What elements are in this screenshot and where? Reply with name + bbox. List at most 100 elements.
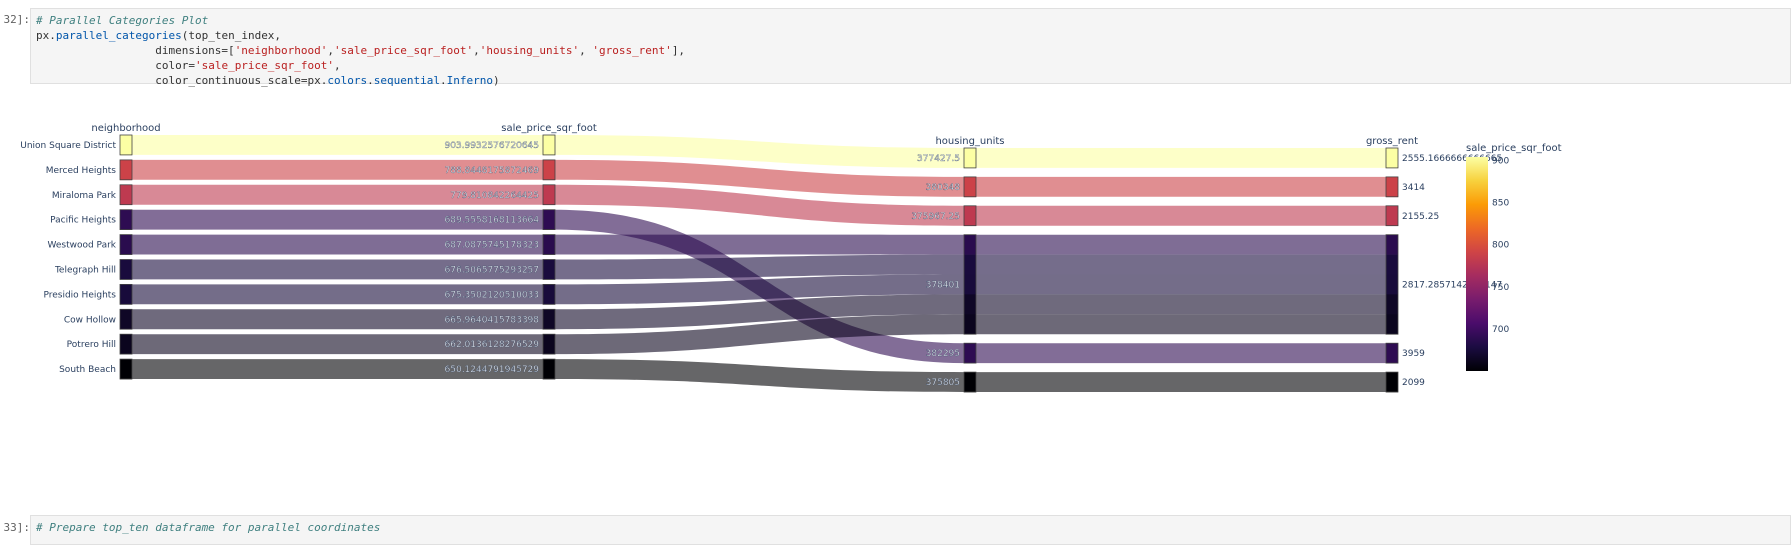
category-band xyxy=(1386,176,1398,198)
code-cell-bottom[interactable]: # Prepare top_ten dataframe for parallel… xyxy=(30,515,1791,545)
category-label: 375805 xyxy=(926,378,960,388)
code-token: 'sale_price_sqr_foot' xyxy=(194,59,335,72)
category-band xyxy=(120,184,132,205)
category-band xyxy=(120,284,132,305)
code-token: # Parallel Categories Plot xyxy=(36,14,209,27)
parallel-categories-plot: neighborhood Union Square District Merced … xyxy=(20,123,1562,393)
code-line: # Prepare top_ten dataframe for parallel… xyxy=(36,521,380,534)
category-label: Potrero Hill xyxy=(67,340,116,350)
code-token: parallel_categories xyxy=(55,29,182,42)
code-token: . xyxy=(367,74,374,87)
colorbar-tick-label: 800 xyxy=(1492,241,1509,251)
code-token: ], xyxy=(671,44,686,57)
code-token: 'gross_rent' xyxy=(592,44,672,57)
category-band xyxy=(543,359,555,380)
category-band xyxy=(120,334,132,355)
category-label: Pacific Heights xyxy=(50,216,116,226)
category-band xyxy=(964,294,976,315)
ribbon xyxy=(976,294,1386,315)
category-label: Telegraph Hill xyxy=(54,265,116,275)
ribbon xyxy=(976,274,1386,295)
category-label: Miraloma Park xyxy=(52,191,117,201)
category-label: 3414 xyxy=(1402,183,1425,193)
code-editor-bottom[interactable]: # Prepare top_ten dataframe for parallel… xyxy=(31,516,1790,539)
ribbon xyxy=(555,359,964,392)
ribbon xyxy=(555,234,964,255)
code-token: 'neighborhood' xyxy=(234,44,328,57)
category-band xyxy=(543,284,555,305)
category-band xyxy=(543,234,555,255)
category-label: Union Square District xyxy=(20,141,116,151)
code-token: , xyxy=(334,59,341,72)
category-label: 665.9640415783398 xyxy=(445,315,540,325)
category-band xyxy=(964,148,976,169)
category-band xyxy=(964,254,976,275)
category-band xyxy=(964,205,976,226)
category-band xyxy=(1386,148,1398,169)
category-label: 662.0136128276529 xyxy=(445,340,540,350)
category-label: 650.1244791945729 xyxy=(445,365,540,375)
category-label: 382295 xyxy=(926,349,960,359)
category-label: 3959 xyxy=(1402,349,1425,359)
category-band xyxy=(1386,254,1398,275)
ribbon xyxy=(976,314,1386,335)
category-band xyxy=(1386,294,1398,315)
category-band xyxy=(543,184,555,205)
ribbon xyxy=(976,343,1386,364)
ribbon xyxy=(976,148,1386,168)
category-label: 903.9932576720645 xyxy=(445,141,539,151)
category-band xyxy=(543,209,555,230)
category-band xyxy=(1386,234,1398,255)
code-editor-top[interactable]: # Parallel Categories Plot px.parallel_c… xyxy=(31,9,1790,92)
category-label: Westwood Park xyxy=(47,241,116,251)
category-band xyxy=(543,334,555,355)
category-band xyxy=(1386,372,1398,393)
category-label: 375967.25 xyxy=(911,212,960,222)
category-label: 2155.25 xyxy=(1402,212,1439,222)
code-cell-top[interactable]: # Parallel Categories Plot px.parallel_c… xyxy=(30,8,1791,87)
category-label: 377427.5 xyxy=(917,154,960,164)
code-token: dimensions=[ xyxy=(36,44,235,57)
colorbar-tick-label: 700 xyxy=(1492,325,1509,335)
code-token: Inferno xyxy=(446,74,493,87)
category-band xyxy=(543,259,555,280)
category-label: 687.0875745178323 xyxy=(445,241,539,251)
code-token: 'sale_price_sqr_foot' xyxy=(334,44,474,57)
code-token: . xyxy=(440,74,447,87)
category-band xyxy=(964,343,976,364)
category-label: 675.3502120510033 xyxy=(445,290,539,300)
axis-title: housing_units xyxy=(935,136,1004,147)
category-band xyxy=(120,209,132,230)
colorbar-title: sale_price_sqr_foot xyxy=(1466,143,1562,154)
code-line: # Parallel Categories Plot xyxy=(36,14,208,27)
code-token: ) xyxy=(493,74,500,87)
ribbon xyxy=(976,372,1386,392)
code-line: color_continuous_scale=px.colors.sequent… xyxy=(36,74,500,87)
category-band xyxy=(120,309,132,330)
code-token: colors xyxy=(327,74,368,87)
ribbons-group xyxy=(132,135,1386,392)
axis-title: sale_price_sqr_foot xyxy=(501,123,597,134)
code-token: sequential xyxy=(373,74,441,87)
category-band xyxy=(120,359,132,380)
code-line: color='sale_price_sqr_foot', xyxy=(36,59,341,72)
code-token: , xyxy=(473,44,480,57)
category-band xyxy=(543,135,555,156)
code-token: px. xyxy=(36,29,56,42)
code-line: px.parallel_categories(top_ten_index, xyxy=(36,29,281,42)
category-label: 2099 xyxy=(1402,378,1425,388)
category-label: Presidio Heights xyxy=(43,290,116,300)
category-label: 378401 xyxy=(926,280,960,290)
code-line: dimensions=['neighborhood','sale_price_s… xyxy=(36,44,685,57)
category-band xyxy=(964,234,976,255)
category-label: 676.5065775293257 xyxy=(445,265,539,275)
category-label: Merced Heights xyxy=(46,166,117,176)
category-band xyxy=(543,309,555,330)
category-band xyxy=(543,159,555,181)
code-token: 'housing_units' xyxy=(479,44,580,57)
category-label: Cow Hollow xyxy=(64,315,116,325)
category-label: 779.810842264425 xyxy=(450,191,539,201)
category-band xyxy=(120,135,132,156)
colorbar-scale xyxy=(1466,157,1488,371)
category-band xyxy=(1386,314,1398,335)
